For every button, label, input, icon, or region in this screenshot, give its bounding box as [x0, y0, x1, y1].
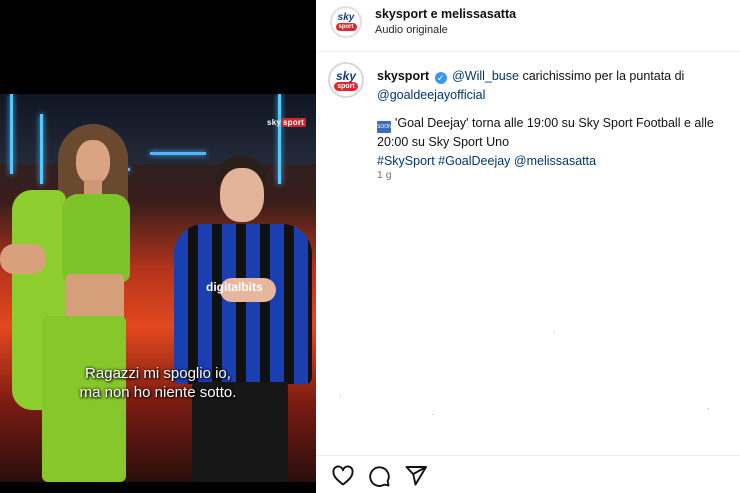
caption-line: @goaldeejayofficial — [377, 86, 727, 105]
heart-icon[interactable] — [331, 464, 355, 488]
sky-sport-logo: sky sport — [335, 12, 357, 31]
woman-top — [62, 194, 130, 282]
header-avatar[interactable]: sky sport — [330, 6, 362, 38]
video-frame[interactable]: sky sport digitalbits Ragazzi mi spoglio … — [0, 94, 316, 482]
logo-sport-text: sport — [335, 23, 357, 31]
comment-icon[interactable] — [367, 464, 391, 488]
video-player[interactable]: sky sport digitalbits Ragazzi mi spoglio … — [0, 0, 316, 493]
mention-link[interactable]: @goaldeejayofficial — [377, 88, 485, 102]
header-username[interactable]: skysport e melissasatta — [375, 7, 516, 21]
video-subtitle: Ragazzi mi spoglio io, ma non ho niente … — [0, 364, 316, 402]
sky-sport-logo: sky sport — [334, 70, 358, 91]
woman-arm — [0, 244, 46, 274]
stage-light-bar — [150, 152, 206, 155]
post-panel: sky sport skysport e melissasatta Audio … — [316, 0, 740, 493]
stage-light — [40, 114, 43, 184]
verified-badge-icon: ✓ — [434, 72, 447, 84]
audio-link[interactable]: Audio originale — [375, 24, 448, 36]
watermark-sky: sky — [267, 118, 281, 127]
mention-link[interactable]: @Will_buse — [452, 69, 519, 83]
send-icon[interactable] — [404, 464, 428, 488]
man-face — [220, 168, 264, 222]
hashtag-link[interactable]: #SkySport — [377, 154, 435, 168]
caption-line: skysport ✓ @Will_buse carichissimo per l… — [377, 67, 727, 86]
stage-light — [278, 94, 281, 184]
subtitle-line: Ragazzi mi spoglio io, — [85, 365, 231, 382]
woman-belly — [66, 274, 124, 320]
sky-sport-watermark: sky sport — [267, 118, 306, 127]
author-username[interactable]: skysport — [377, 69, 429, 83]
soon-arrow-icon: SOON — [377, 121, 392, 133]
mention-link[interactable]: @melissasatta — [514, 154, 596, 168]
artifact-dot — [554, 332, 555, 333]
artifact-dot — [340, 396, 341, 397]
caption: skysport ✓ @Will_buse carichissimo per l… — [377, 67, 727, 171]
post-timestamp[interactable]: 1 g — [377, 169, 392, 181]
logo-sky-text: sky — [335, 68, 357, 83]
subtitle-line: ma non ho niente sotto. — [79, 384, 237, 401]
caption-line: SOON 'Goal Deejay' torna alle 19:00 su Sk… — [377, 114, 727, 152]
watermark-sport: sport — [281, 118, 306, 127]
post-actions — [316, 455, 740, 493]
hashtag-link[interactable]: #GoalDeejay — [438, 154, 510, 168]
caption-text: 'Goal Deejay' torna alle 19:00 su Sky Sp… — [377, 116, 714, 149]
man-shirt — [174, 224, 312, 384]
caption-line: #SkySport #GoalDeejay @melissasatta — [377, 152, 727, 171]
artifact-dot — [708, 408, 709, 409]
post-header: sky sport skysport e melissasatta Audio … — [316, 0, 740, 52]
shirt-sponsor-text: digitalbits — [206, 280, 263, 294]
logo-sky-text: sky — [337, 12, 355, 23]
woman-face — [76, 140, 110, 184]
caption-text: carichissimo per la puntata di — [518, 69, 685, 83]
logo-sport-text: sport — [334, 81, 358, 91]
author-avatar[interactable]: sky sport — [328, 62, 364, 98]
stage-light — [10, 94, 13, 174]
artifact-dot — [432, 414, 433, 415]
